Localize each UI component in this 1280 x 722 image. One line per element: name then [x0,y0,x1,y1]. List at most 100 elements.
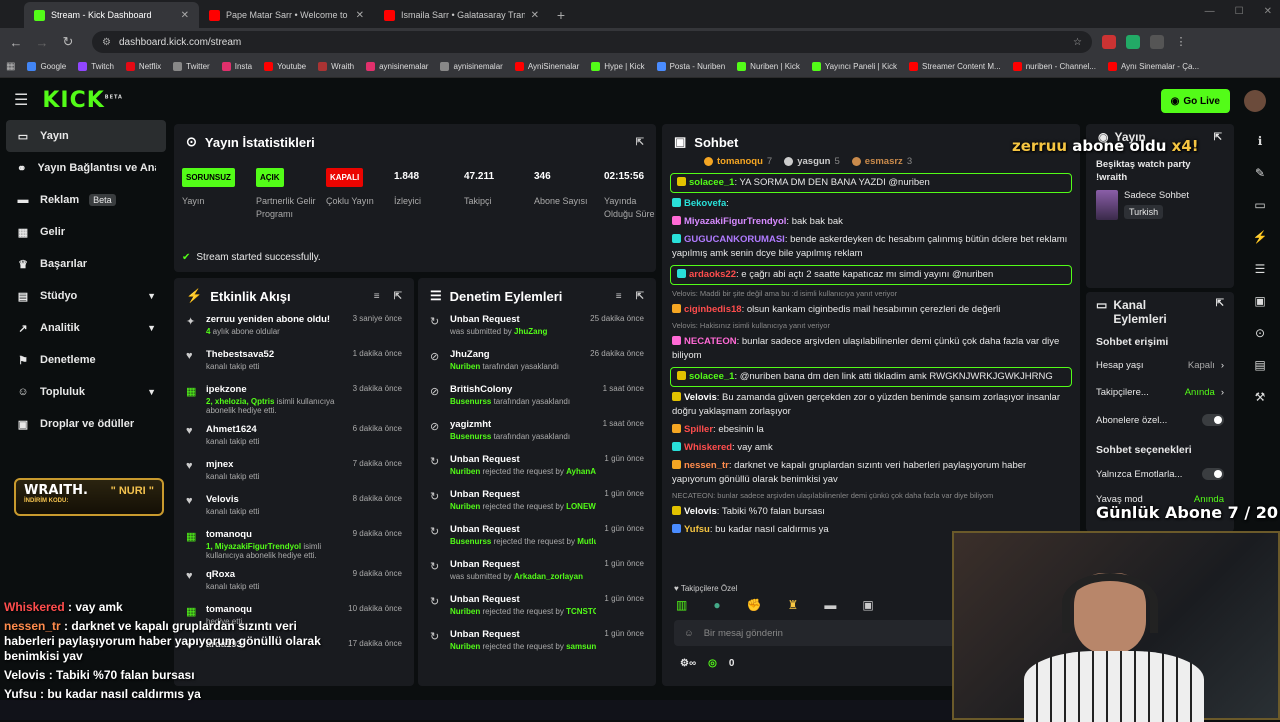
forward-icon[interactable]: → [34,35,50,50]
sidebar-item[interactable]: ▤ Stüdyo ▼ [6,280,166,312]
chat-username[interactable]: Bekovefa [684,198,726,209]
user-avatar[interactable] [1244,90,1266,112]
bookmark-item[interactable]: Nuriben | Kick [737,62,800,71]
chat-username[interactable]: GUGUCANKORUMASI [684,234,785,245]
bookmark-item[interactable]: Twitter [173,62,210,71]
go-live-button[interactable]: ◉ Go Live [1160,89,1230,113]
bookmark-item[interactable]: AyniSinemalar [514,62,579,71]
top-gifter[interactable]: esmasrz 3 [851,156,912,167]
tab-close-icon[interactable]: ✕ [181,10,189,21]
bookmark-item[interactable]: Insta [221,62,252,71]
edit-icon[interactable]: ✎ [1255,166,1265,180]
filter-icon[interactable]: ≡ [616,291,622,302]
popout-icon[interactable]: ⇱ [636,291,644,302]
emote-icon[interactable]: ▣ [862,598,873,612]
sidebar-item[interactable]: ⚑ Denetleme [6,344,166,376]
emoji-icon[interactable]: ☺ [684,628,694,639]
chat-username[interactable]: Spiller [684,424,713,435]
reload-icon[interactable]: ↻ [60,34,76,50]
chat-username[interactable]: solacee_1 [689,177,734,188]
moderation-item[interactable]: ↻ Unban Request Nuriben rejected the reque… [418,594,656,620]
account-age-setting[interactable]: Hesap yaşı Kapalı › [1086,360,1234,387]
emote-icon[interactable]: ▥ [676,598,687,612]
bookmark-item[interactable]: Posta - Nuriben [656,62,725,71]
chat-username[interactable]: solacee_1 [689,371,734,382]
emote-icon[interactable]: ♜ [788,598,799,612]
settings-icon[interactable]: ⚙∞ [680,658,696,669]
tab-close-icon[interactable]: ✕ [356,10,364,21]
sidebar-item[interactable]: ▭ Yayın [6,120,166,152]
back-icon[interactable]: ← [8,35,24,50]
new-tab-button[interactable]: + [549,2,573,28]
chat-icon[interactable]: ▣ [1254,294,1265,308]
sidebar-item[interactable]: ☺ Topluluk ▼ [6,376,166,408]
moderation-item[interactable]: ⊘ yagizmht Busenurss tarafından yasaklandı… [418,419,656,445]
bookmark-item[interactable]: nuriben - Channel... [1012,62,1096,71]
minimize-icon[interactable]: — [1205,6,1215,17]
maximize-icon[interactable]: ☐ [1235,6,1244,17]
emotes-only-toggle[interactable]: Yalnızca Emotlarla... [1086,468,1234,494]
moderation-item[interactable]: ↻ Unban Request was submitted by Arkadan_z… [418,559,656,585]
sidebar-item[interactable]: ▣ Droplar ve ödüller [6,408,166,440]
moderation-item[interactable]: ↻ Unban Request was submitted by JhuZang 25… [418,314,656,340]
popout-icon[interactable]: ⇱ [394,291,402,302]
top-gifter[interactable]: yasgun 5 [784,156,840,167]
tab-close-icon[interactable]: ✕ [531,10,539,21]
chevron-down-icon[interactable]: ▼ [147,323,156,333]
kick-logo[interactable]: KICKBETA [42,88,123,113]
tools-icon[interactable]: ⚒ [1255,390,1266,404]
moderation-item[interactable]: ↻ Unban Request Nuriben rejected the reque… [418,454,656,480]
sidebar-item[interactable]: ↗ Analitik ▼ [6,312,166,344]
popout-icon[interactable]: ⇱ [1214,132,1222,143]
bookmark-item[interactable]: Aynı Sinemalar - Ça... [1107,62,1199,71]
chat-username[interactable]: nessen_tr [684,460,729,471]
browser-tab[interactable]: Pape Matar Sarr • Welcome to ✕ [199,2,374,28]
moderation-item[interactable]: ↻ Unban Request Nuriben rejected the reque… [418,629,656,655]
filter-icon[interactable]: ≡ [374,291,380,302]
bookmark-item[interactable]: Twitch [78,62,114,71]
storage-icon[interactable]: ▤ [1254,358,1265,372]
emote-icon[interactable]: ✊ [747,598,762,612]
sidebar-item[interactable]: ▬ Reklam Beta [6,184,166,216]
moderation-item[interactable]: ⊘ JhuZang Nuriben tarafından yasaklandı 26 … [418,349,656,375]
moderation-item[interactable]: ↻ Unban Request Busenurss rejected the req… [418,524,656,550]
bookmark-item[interactable]: Yayıncı Paneli | Kick [811,62,897,71]
bookmark-item[interactable]: aynisinemalar [366,62,428,71]
extensions-puzzle-icon[interactable] [1150,35,1164,49]
moderation-item[interactable]: ↻ Unban Request Nuriben rejected the reque… [418,489,656,515]
bookmark-item[interactable]: Youtube [264,62,306,71]
browser-tab[interactable]: Stream - Kick Dashboard ✕ [24,2,199,28]
layout-icon[interactable]: ▭ [1254,198,1265,212]
menu-icon[interactable]: ⋮ [1174,35,1188,49]
bookmark-item[interactable]: aynisinemalar [440,62,503,71]
chat-username[interactable]: Velovis [684,506,717,517]
chevron-down-icon[interactable]: ▼ [147,291,156,301]
subs-only-toggle[interactable]: Abonelere özel... [1086,414,1234,444]
chevron-down-icon[interactable]: ▼ [147,387,156,397]
followers-setting[interactable]: Takipçilere... Anında › [1086,387,1234,414]
chat-username[interactable]: ciginbedis18 [684,304,742,315]
chat-username[interactable]: NECATEON [684,336,737,347]
bookmark-item[interactable]: Google [27,62,66,71]
popout-icon[interactable]: ⇱ [1216,298,1224,309]
chat-username[interactable]: Yufsu [684,524,710,535]
chat-username[interactable]: MiyazakiFigurTrendyol [684,216,786,227]
sidebar-item[interactable]: ♛ Başarılar [6,248,166,280]
hamburger-menu-icon[interactable]: ☰ [14,90,28,110]
site-info-icon[interactable]: ⚙ [102,37,111,48]
popout-icon[interactable]: ⇱ [636,137,644,148]
extension-icon[interactable] [1102,35,1116,49]
url-field[interactable]: ⚙ dashboard.kick.com/stream ☆ [92,31,1092,53]
close-window-icon[interactable]: ✕ [1264,6,1272,17]
chat-username[interactable]: Whiskered [684,442,732,453]
list-icon[interactable]: ☰ [1255,262,1266,276]
sidebar-item[interactable]: ⚭ Yayın Bağlantısı ve Anahtar [6,152,166,184]
browser-tab[interactable]: Ismaila Sarr • Galatasaray Tran: ✕ [374,2,549,28]
bookmark-item[interactable]: Wraith [318,62,354,71]
bookmark-star-icon[interactable]: ☆ [1073,37,1082,48]
chat-username[interactable]: ardaoks22 [689,269,736,280]
chat-username[interactable]: Velovis [684,392,717,403]
bookmark-item[interactable]: Hype | Kick [591,62,645,71]
sidebar-item[interactable]: ▦ Gelir [6,216,166,248]
emote-icon[interactable]: ● [713,598,720,612]
